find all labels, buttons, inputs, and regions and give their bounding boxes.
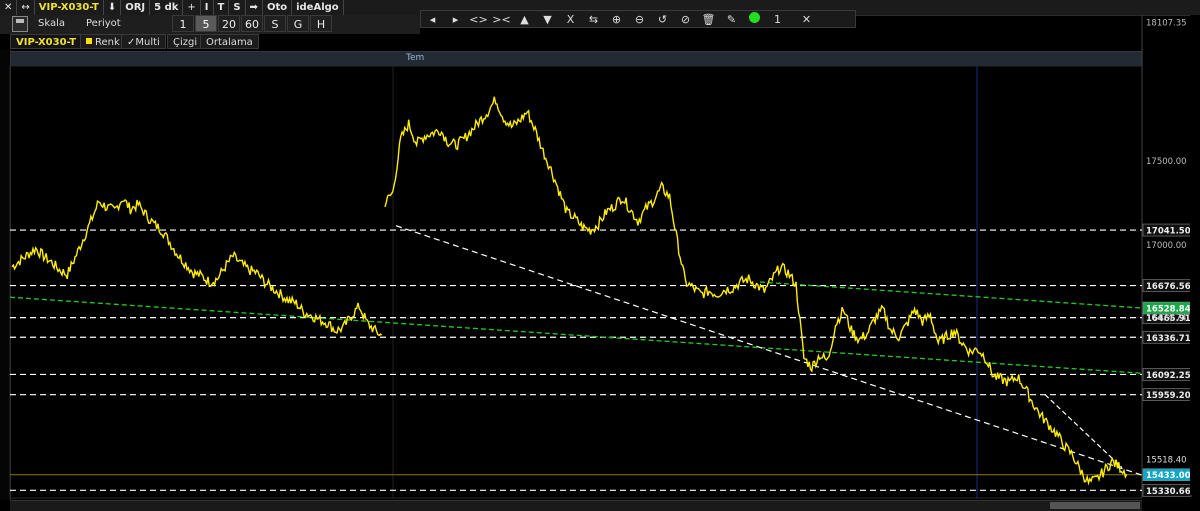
axis-label-top: 18107.35 [1146,19,1187,29]
trendline-white-long [395,225,1143,476]
current-price-label: 15433.00 [1146,471,1191,481]
axis-label-15518: 15518.40 [1146,456,1187,466]
axis-label-16474: 16474.74 [1146,313,1187,323]
level-label-0: 17041.50 [1146,227,1191,237]
level-label-1: 16676.56 [1146,282,1191,292]
axis-label-17500: 17500.00 [1146,157,1187,167]
chart-window: ✕ ↔ VIP-X030-T ⬇ ORJ 5 dk + I T S ➡ Oto … [0,0,1200,511]
price-series-line-session2 [384,96,1128,486]
right-panel-edge [1190,15,1200,495]
green-level-label: 16528.84 [1146,305,1191,315]
horizontal-scrollbar[interactable] [10,500,1142,511]
plot-area [9,65,1143,499]
price-series-line-session1 [11,198,383,337]
scroll-thumb[interactable] [1050,502,1140,509]
level-label-3: 16336.71 [1146,334,1191,344]
level-label-4: 16092.25 [1146,371,1191,381]
level-label-6: 15330.66 [1146,487,1191,497]
axis-label-17000: 17000.00 [1146,241,1187,251]
level-label-5: 15959.20 [1146,391,1191,401]
price-chart[interactable]: 18107.35 17500.00 17000.00 17041.50 16676.56… [0,0,1200,510]
trendline-green-lower [9,296,1143,374]
